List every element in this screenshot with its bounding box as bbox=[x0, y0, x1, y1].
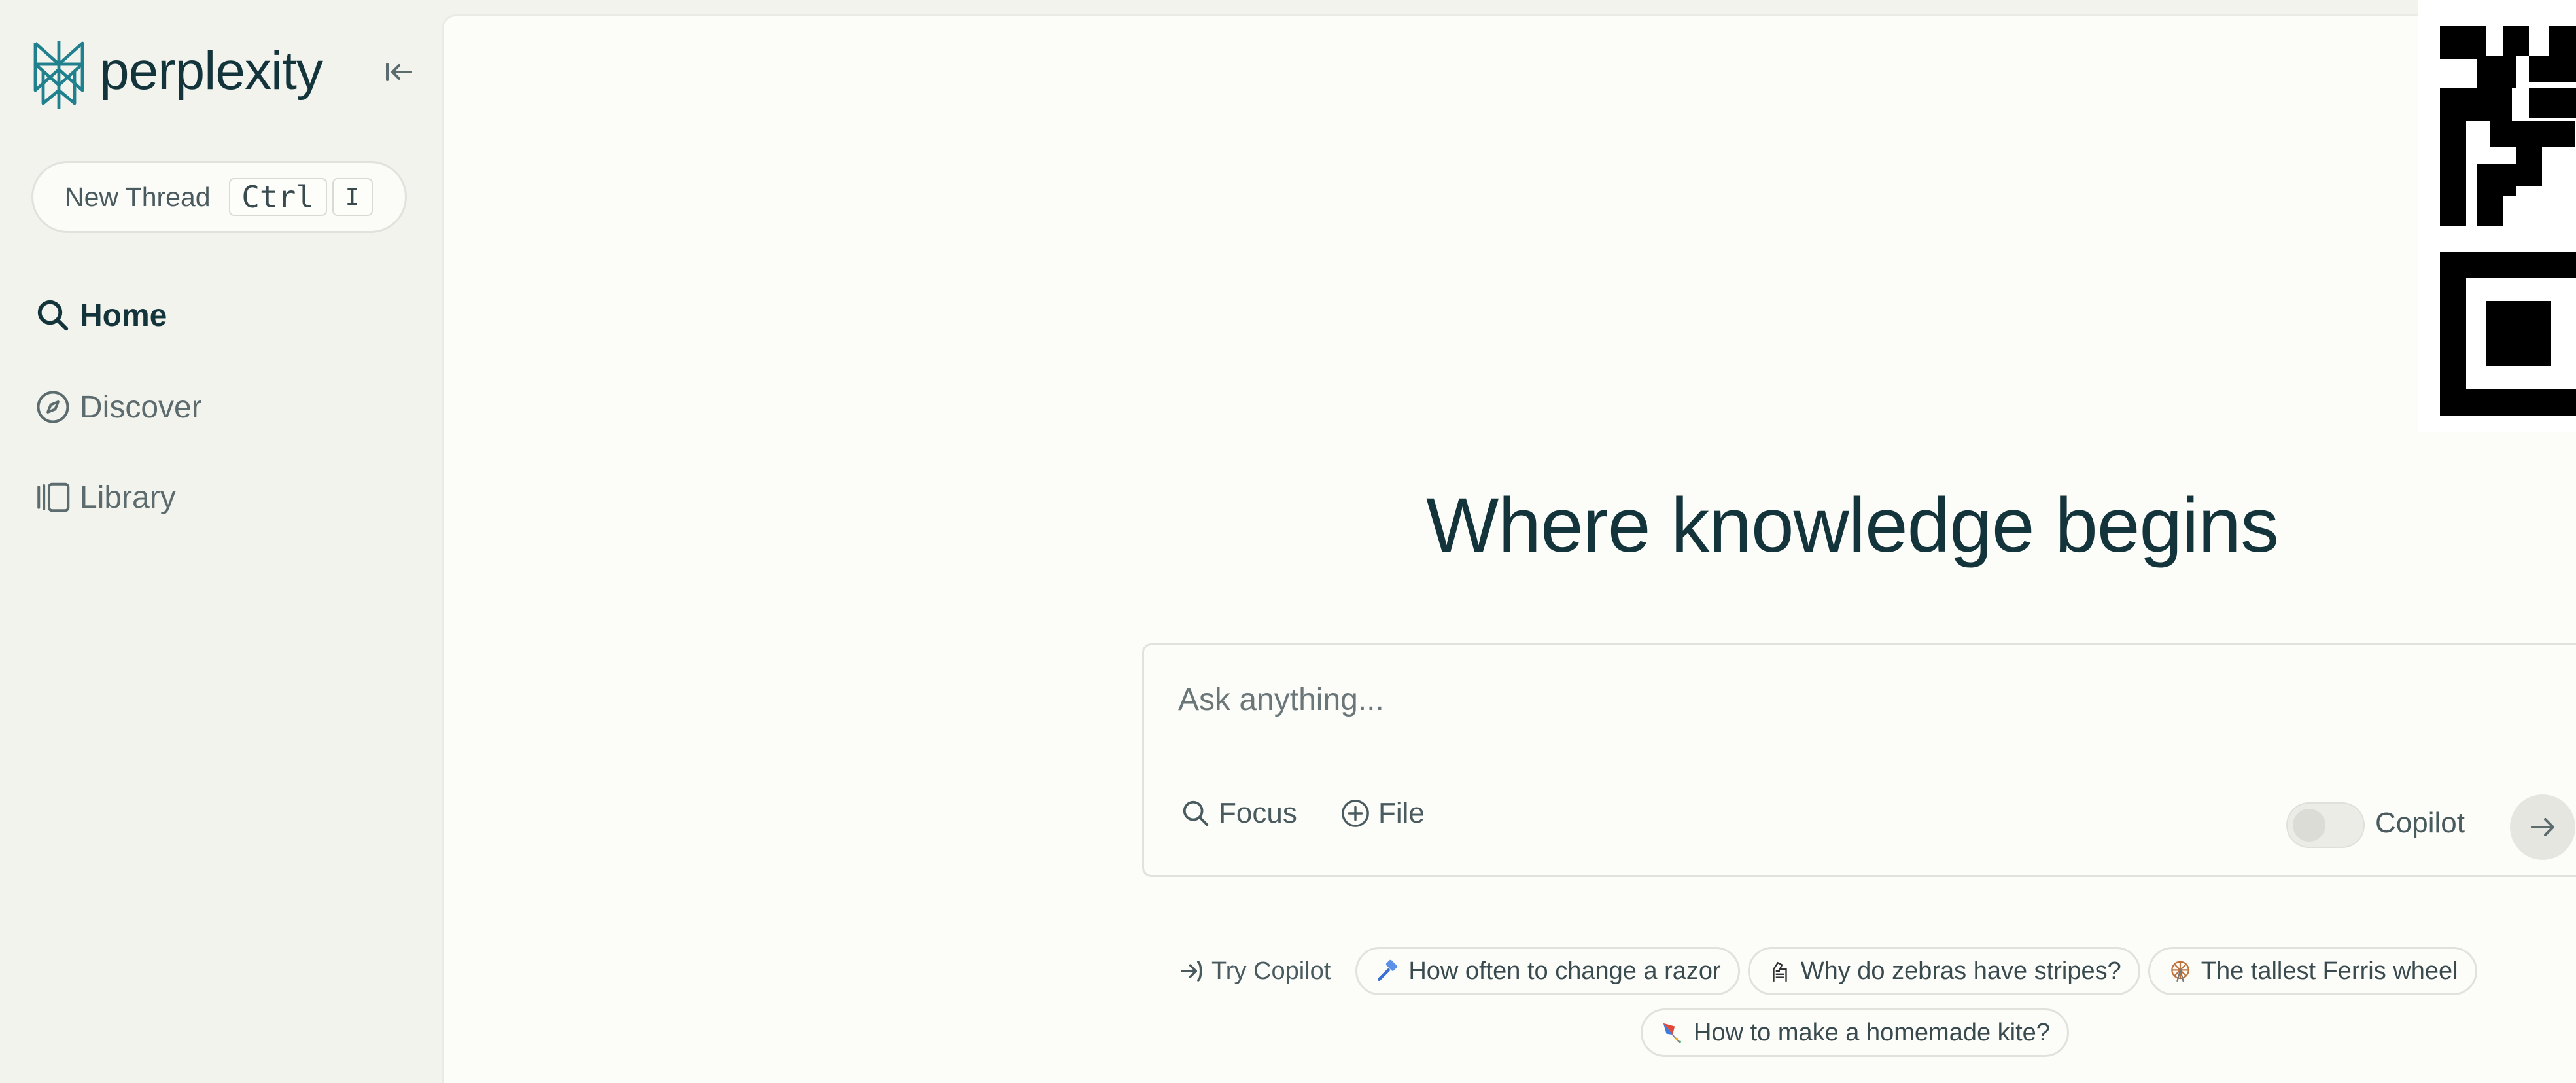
sidebar-item-home[interactable]: Home bbox=[35, 296, 167, 335]
focus-label: Focus bbox=[1219, 797, 1297, 829]
attach-file-button[interactable]: File bbox=[1340, 797, 1425, 830]
suggestion-label: Why do zebras have stripes? bbox=[1800, 957, 2121, 985]
suggestion-chip-ferris-wheel[interactable]: The tallest Ferris wheel bbox=[2148, 947, 2477, 995]
try-copilot-label: Try Copilot bbox=[1211, 957, 1331, 985]
suggestion-label: How to make a homemade kite? bbox=[1694, 1018, 2050, 1046]
collapse-left-icon bbox=[386, 63, 412, 81]
file-label: File bbox=[1378, 797, 1425, 829]
app-window: perplexity New Thread Ctrl I Home Discov… bbox=[0, 0, 2576, 1083]
sidebar-item-discover[interactable]: Discover bbox=[35, 387, 202, 427]
try-copilot-button[interactable]: Try Copilot bbox=[1179, 957, 1331, 985]
new-thread-label: New Thread bbox=[65, 181, 211, 212]
search-input[interactable] bbox=[1177, 679, 2422, 720]
collapse-sidebar-button[interactable] bbox=[383, 59, 415, 85]
suggestion-chip-razor[interactable]: How often to change a razor bbox=[1355, 947, 1740, 995]
submit-button[interactable] bbox=[2510, 794, 2575, 860]
sidebar-item-library[interactable]: Library bbox=[35, 478, 176, 517]
search-icon bbox=[1183, 800, 1209, 826]
qr-code bbox=[2418, 0, 2576, 432]
qr-code-icon bbox=[2440, 26, 2576, 416]
ferris-wheel-emoji-icon bbox=[2167, 958, 2193, 984]
shortcut-i-key: I bbox=[332, 178, 373, 216]
search-box[interactable]: Focus File Copilot bbox=[1142, 643, 2576, 877]
suggestion-row: How to make a homemade kite? bbox=[1641, 1008, 2077, 1057]
suggestion-label: The tallest Ferris wheel bbox=[2201, 957, 2458, 985]
arrow-right-icon bbox=[2531, 818, 2554, 836]
new-thread-button[interactable]: New Thread Ctrl I bbox=[31, 161, 407, 233]
toggle-knob bbox=[2293, 809, 2325, 842]
copilot-toggle[interactable] bbox=[2286, 802, 2365, 848]
sidebar-item-label: Discover bbox=[80, 389, 202, 425]
kite-emoji-icon bbox=[1660, 1020, 1686, 1046]
library-icon bbox=[35, 478, 75, 517]
compass-icon bbox=[35, 387, 75, 427]
plus-circle-icon bbox=[1342, 800, 1369, 827]
shortcut-ctrl-key: Ctrl bbox=[228, 178, 327, 216]
perplexity-logo-icon bbox=[33, 41, 84, 109]
suggestion-chip-kite[interactable]: How to make a homemade kite? bbox=[1641, 1008, 2069, 1057]
sign-in-arrow-icon bbox=[1181, 961, 1202, 982]
suggestion-label: How often to change a razor bbox=[1408, 957, 1721, 985]
zebra-emoji-icon bbox=[1767, 958, 1793, 984]
suggestion-chip-zebra[interactable]: Why do zebras have stripes? bbox=[1747, 947, 2140, 995]
logo[interactable]: perplexity bbox=[27, 38, 323, 111]
copilot-label: Copilot bbox=[2375, 807, 2465, 839]
brand-name: perplexity bbox=[99, 41, 323, 101]
razor-emoji-icon bbox=[1374, 958, 1401, 984]
suggestion-row: Try Copilot How often to change a razor … bbox=[1179, 947, 2485, 995]
page-title: Where knowledge begins bbox=[1426, 482, 2279, 569]
search-icon bbox=[35, 296, 75, 335]
focus-button[interactable]: Focus bbox=[1181, 797, 1297, 830]
sidebar-item-label: Home bbox=[80, 298, 167, 333]
sidebar: perplexity New Thread Ctrl I Home Discov… bbox=[0, 0, 442, 1083]
sidebar-item-label: Library bbox=[80, 480, 176, 515]
